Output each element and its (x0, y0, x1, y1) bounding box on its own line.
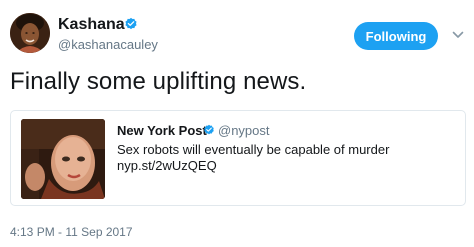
verified-badge-icon (125, 17, 137, 30)
verified-badge-icon (204, 124, 214, 135)
author-handle[interactable]: @kashanacauley (58, 37, 158, 53)
quoted-tweet[interactable]: New York Post @nypost Sex robots will ev… (10, 110, 466, 206)
author-name[interactable]: Kashana (58, 16, 125, 34)
tweet-timestamp[interactable]: 4:13 PM - 11 Sep 2017 (10, 225, 133, 239)
tweet-text: Finally some uplifting news. (10, 68, 307, 95)
quoted-tweet-text: Sex robots will eventually be capable of… (117, 142, 390, 173)
author-avatar[interactable] (10, 13, 50, 53)
avatar-portrait (10, 13, 50, 53)
quoted-author-name: New York Post (117, 123, 207, 138)
robot-head-image (21, 119, 105, 199)
following-button[interactable]: Following (354, 22, 438, 50)
quoted-tweet-thumbnail (21, 119, 105, 199)
quoted-author-handle: @nypost (218, 123, 270, 138)
chevron-down-icon[interactable] (451, 28, 465, 42)
